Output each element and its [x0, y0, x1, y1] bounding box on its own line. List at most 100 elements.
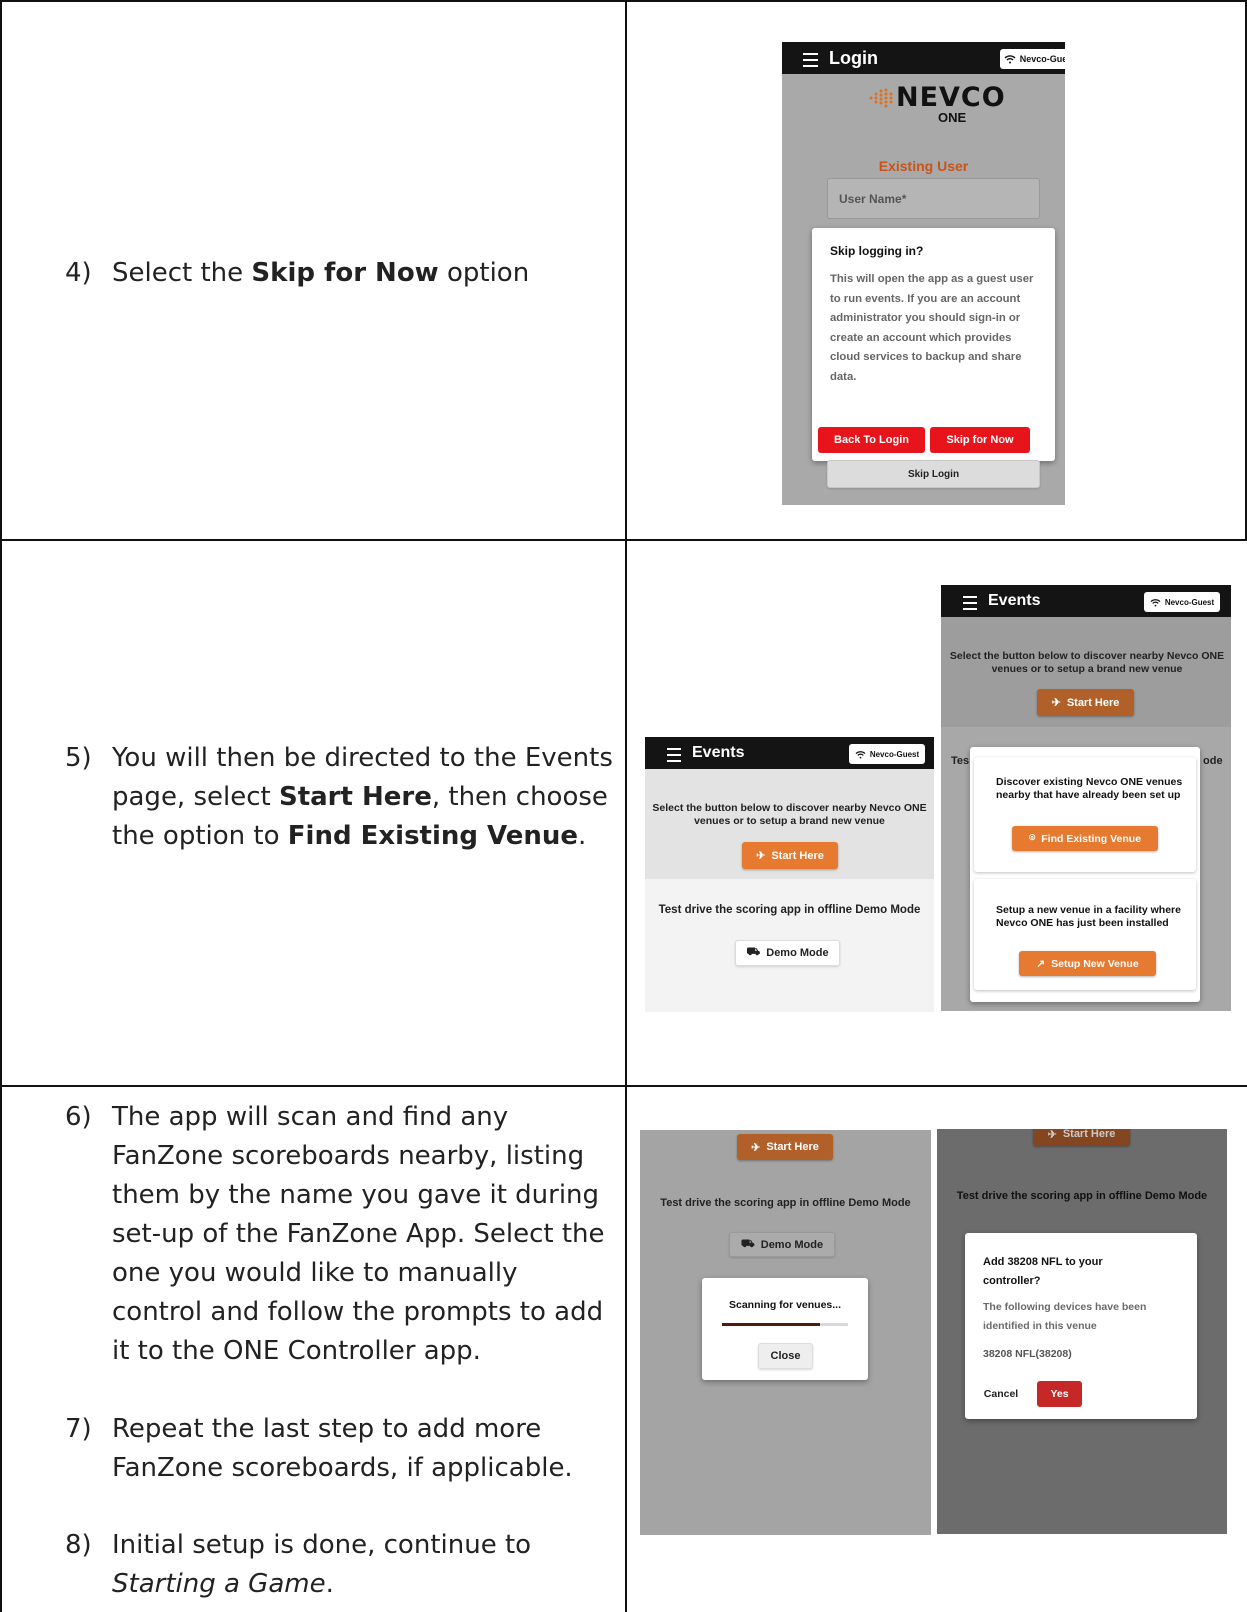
- rocket-icon: ✈: [1047, 1129, 1057, 1141]
- table-border-left: [0, 0, 2, 1612]
- venue-options-dialog: Discover existing Nevco ONE venues nearb…: [970, 747, 1200, 1002]
- rocket-icon: ✈: [751, 1141, 761, 1154]
- menu-icon[interactable]: [803, 53, 818, 71]
- button-label: Start Here: [1066, 696, 1120, 709]
- table-row-divider-1: [0, 539, 1247, 541]
- step-number: 5): [65, 743, 92, 773]
- app-bar: Login Nevco-Guest: [782, 42, 1065, 74]
- yes-button[interactable]: Yes: [1037, 1381, 1082, 1407]
- step-8: 8) Initial setup is done, continue to St…: [65, 1526, 615, 1604]
- scanning-screenshot: ✈ Start Here Test drive the scoring app i…: [640, 1130, 931, 1535]
- page-title: Login: [829, 48, 878, 68]
- menu-icon[interactable]: [667, 748, 681, 766]
- background-text-fragment: Tes: [951, 755, 970, 767]
- button-label: Demo Mode: [760, 1238, 824, 1251]
- dialog-title: Add 38208 NFL to your controller?: [983, 1256, 1103, 1287]
- button-label: Start Here: [766, 1141, 819, 1153]
- cancel-button[interactable]: Cancel: [969, 1381, 1033, 1407]
- button-label: Demo Mode: [766, 947, 829, 959]
- intro-text: Select the button below to discover near…: [949, 650, 1225, 675]
- close-button[interactable]: Close: [758, 1343, 813, 1369]
- background-text-fragment: ode: [1203, 755, 1223, 767]
- demo-text: Test drive the scoring app in offline De…: [956, 1190, 1208, 1202]
- demo-text: Test drive the scoring app in offline De…: [660, 1197, 911, 1209]
- rocket-icon: ✈: [756, 850, 766, 862]
- start-here-button[interactable]: ✈ Start Here: [1037, 689, 1134, 716]
- skip-login-dialog: Skip logging in? This will open the app …: [812, 228, 1055, 461]
- wifi-network-name: Nevco-Guest: [1019, 54, 1065, 64]
- logo-text: NEVCO: [896, 82, 1006, 113]
- scan-progress-track: [722, 1323, 848, 1326]
- car-icon: ⛟: [746, 946, 761, 958]
- step-text: Initial setup is done, continue to: [112, 1530, 532, 1560]
- wifi-icon: [855, 750, 866, 759]
- logo-dots-icon: [869, 88, 893, 108]
- events-popup-screenshot: Events Nevco-Guest Select the button bel…: [941, 585, 1231, 1011]
- start-here-button[interactable]: ✈ Start Here: [737, 1134, 833, 1160]
- page-title: Events: [692, 744, 745, 761]
- table-border-top: [0, 0, 1247, 2]
- find-existing-venue-button[interactable]: ⌾ Find Existing Venue: [1012, 826, 1158, 851]
- wifi-icon: [1004, 55, 1016, 64]
- username-input[interactable]: User Name*: [827, 178, 1040, 219]
- step-number: 7): [65, 1414, 92, 1444]
- intro-text: Select the button below to discover near…: [652, 802, 927, 827]
- app-bar: Events Nevco-Guest: [645, 737, 934, 769]
- button-label: Start Here: [771, 849, 824, 862]
- add-device-dialog: Add 38208 NFL to your controller? The fo…: [965, 1233, 1197, 1419]
- step-emphasis: Start Here: [278, 782, 432, 812]
- location-pin-icon: ⌾: [1028, 832, 1036, 844]
- table-column-divider: [625, 0, 627, 1612]
- scanning-text: Scanning for venues...: [728, 1299, 842, 1311]
- scan-progress-fill: [722, 1323, 821, 1326]
- start-here-button[interactable]: ✈ Start Here: [742, 842, 838, 869]
- step-4: 4) Select the Skip for Now option: [65, 254, 615, 293]
- nevco-logo: NEVCO ONE: [868, 82, 1008, 127]
- add-device-screenshot: ✈ Start Here Test drive the scoring app i…: [937, 1129, 1227, 1534]
- wifi-network-name: Nevco-Guest: [1164, 597, 1215, 607]
- rocket-icon: ✈: [1051, 697, 1061, 709]
- demo-mode-button[interactable]: ⛟ Demo Mode: [735, 940, 840, 966]
- step-text: .: [325, 1569, 334, 1599]
- car-icon: ⛟: [740, 1237, 755, 1250]
- page-title: Events: [988, 592, 1041, 609]
- step-emphasis: Find Existing Venue: [287, 821, 579, 851]
- step-link-text: Starting a Game: [112, 1569, 326, 1599]
- step-5: 5) You will then be directed to the Even…: [65, 739, 615, 856]
- step-text: option: [438, 258, 530, 288]
- step-text: Select the: [112, 258, 252, 288]
- dialog-title: Skip logging in?: [830, 244, 924, 258]
- username-placeholder: User Name*: [839, 192, 907, 206]
- demo-mode-button[interactable]: ⛟ Demo Mode: [729, 1232, 835, 1257]
- table-row-divider-2: [0, 1085, 1247, 1087]
- setup-new-venue-button[interactable]: ↗ Setup New Venue: [1019, 951, 1156, 976]
- step-text: .: [578, 821, 587, 851]
- button-label: Setup New Venue: [1051, 957, 1139, 970]
- skip-for-now-button[interactable]: Skip for Now: [930, 427, 1030, 453]
- device-name[interactable]: 38208 NFL(38208): [983, 1348, 1072, 1360]
- menu-icon[interactable]: [963, 596, 977, 614]
- step-emphasis: Skip for Now: [251, 258, 439, 288]
- setup-venue-text: Setup a new venue in a facility where Ne…: [996, 904, 1181, 929]
- scanning-dialog: Scanning for venues... Close: [702, 1278, 868, 1380]
- dialog-body: The following devices have been identifi…: [983, 1301, 1147, 1332]
- back-to-login-button[interactable]: Back To Login: [818, 427, 925, 453]
- find-venue-card: Discover existing Nevco ONE venues nearb…: [974, 757, 1196, 872]
- step-number: 6): [65, 1102, 92, 1132]
- step-text: Repeat the last step to add more FanZone…: [112, 1414, 573, 1483]
- step-7: 7) Repeat the last step to add more FanZ…: [65, 1410, 615, 1488]
- wifi-badge[interactable]: Nevco-Guest: [1144, 592, 1220, 612]
- setup-venue-card: Setup a new venue in a facility where Ne…: [974, 879, 1196, 990]
- skip-login-button[interactable]: Skip Login: [827, 460, 1040, 488]
- demo-text: Test drive the scoring app in offline De…: [658, 904, 921, 916]
- dialog-body: This will open the app as a guest user t…: [830, 273, 1034, 383]
- wifi-network-name: Nevco-Guest: [869, 749, 920, 759]
- events-screenshot: Events Nevco-Guest Select the button bel…: [645, 737, 934, 1012]
- logo-subtext: ONE: [938, 110, 967, 125]
- start-here-button[interactable]: ✈ Start Here: [1033, 1129, 1130, 1146]
- login-screenshot: Login Nevco-Guest NEVCO ONE Existing Use…: [782, 42, 1065, 505]
- wifi-badge[interactable]: Nevco-Guest: [1000, 49, 1065, 69]
- wifi-badge[interactable]: Nevco-Guest: [849, 744, 925, 764]
- step-number: 4): [65, 258, 92, 288]
- step-text: The app will scan and find any FanZone s…: [112, 1102, 605, 1366]
